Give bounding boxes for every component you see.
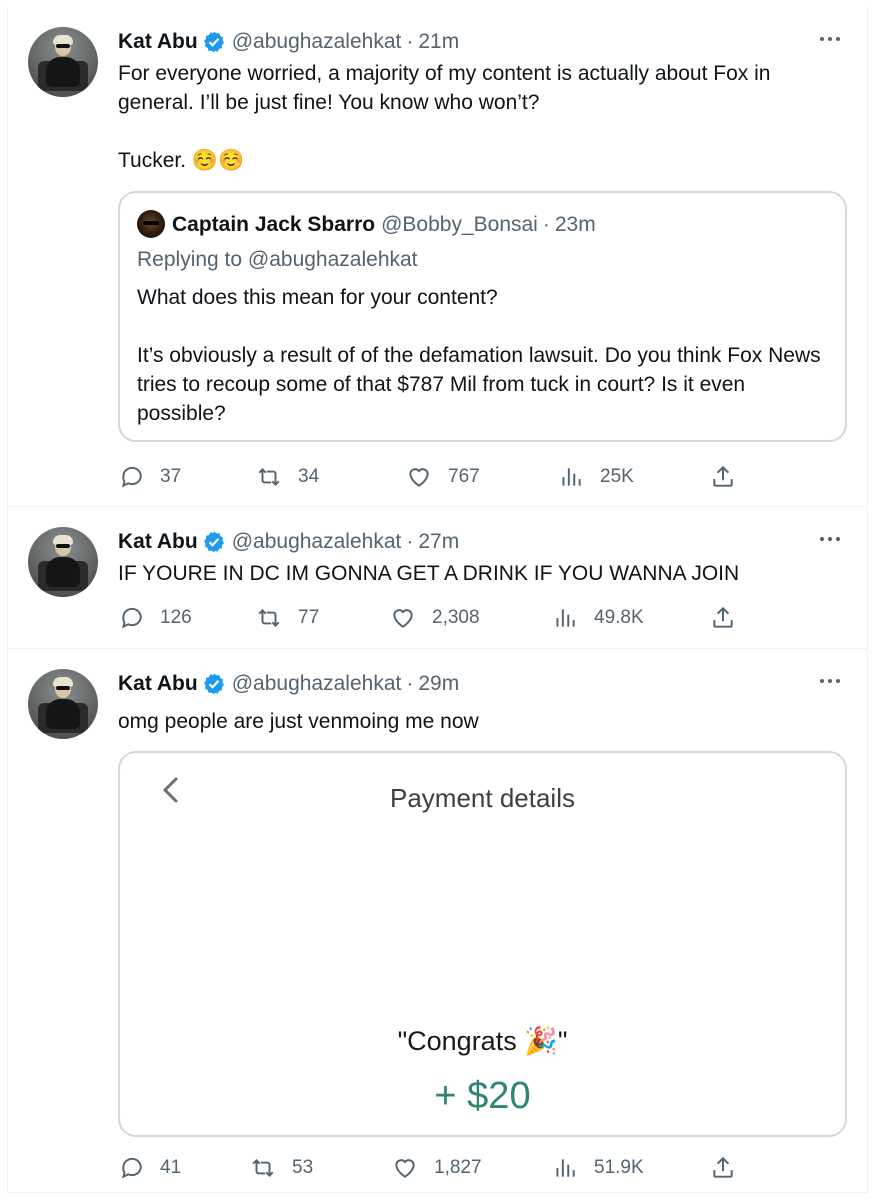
- retweet-icon: [258, 609, 280, 627]
- like-count: 2,308: [432, 607, 480, 628]
- avatar[interactable]: [28, 27, 98, 97]
- quoted-author-name: Captain Jack Sbarro: [172, 213, 376, 236]
- reply-icon: [121, 1157, 142, 1179]
- like-count: 767: [448, 466, 480, 487]
- author-name[interactable]: Kat Abu: [118, 30, 198, 54]
- separator-dot: ·: [406, 530, 414, 553]
- reply-count: 41: [160, 1157, 182, 1178]
- views-icon: [556, 609, 575, 627]
- views-icon: [556, 1159, 575, 1177]
- tweet-text: For everyone worried, a majority of my c…: [118, 62, 771, 172]
- quoted-timestamp: 23m: [554, 213, 596, 236]
- author-name[interactable]: Kat Abu: [118, 530, 198, 554]
- tweet[interactable]: Kat Abu @abughazalehkat · 29m omg people…: [8, 649, 867, 1193]
- quoted-tweet[interactable]: Captain Jack Sbarro @Bobby_Bonsai · 23m …: [118, 191, 847, 442]
- like-icon: [395, 1159, 415, 1178]
- separator-dot: ·: [406, 672, 414, 695]
- separator-dot: ·: [406, 30, 414, 53]
- share-icon: [713, 1156, 733, 1178]
- author-handle[interactable]: @abughazalehkat: [232, 672, 402, 696]
- like-button[interactable]: 1,827: [392, 1153, 482, 1183]
- share-button[interactable]: [710, 603, 752, 633]
- reply-icon: [121, 607, 142, 629]
- author-name[interactable]: Kat Abu: [118, 672, 198, 696]
- retweet-icon: [252, 1159, 274, 1177]
- verified-badge-icon: [203, 31, 224, 53]
- author-handle[interactable]: @abughazalehkat: [232, 30, 402, 54]
- views-count: 49.8K: [594, 607, 644, 628]
- tweet[interactable]: Kat Abu @abughazalehkat · 27m IF YOURE I…: [8, 507, 867, 649]
- tweet-text: omg people are just venmoing me now: [118, 710, 479, 733]
- tweet-header: Kat Abu @abughazalehkat · 29m: [118, 671, 459, 697]
- views-button[interactable]: 49.8K: [552, 603, 644, 633]
- views-button[interactable]: 25K: [558, 462, 634, 492]
- reply-icon: [121, 466, 142, 488]
- tweet-actions: 126 77 2,308 49.8K: [118, 603, 738, 633]
- like-count: 1,827: [434, 1157, 482, 1178]
- share-icon: [713, 465, 733, 487]
- tweet-header: Kat Abu @abughazalehkat · 21m: [118, 29, 459, 55]
- retweet-count: 77: [298, 607, 320, 628]
- payment-message: "Congrats 🎉": [397, 1026, 568, 1056]
- tweet-actions: 41 53 1,827 51.9K: [118, 1153, 738, 1183]
- quoted-text: What does this mean for your content? It…: [137, 286, 821, 425]
- quoted-header: Captain Jack Sbarro @Bobby_Bonsai · 23m: [172, 213, 596, 237]
- retweet-button[interactable]: 34: [256, 462, 319, 492]
- retweet-count: 53: [292, 1157, 314, 1178]
- replying-to: Replying to @abughazalehkat: [137, 248, 418, 271]
- retweet-button[interactable]: 53: [250, 1153, 313, 1183]
- more-options-icon[interactable]: [817, 671, 845, 691]
- like-button[interactable]: 767: [406, 462, 480, 492]
- views-button[interactable]: 51.9K: [552, 1153, 644, 1183]
- timestamp[interactable]: 21m: [418, 30, 459, 54]
- timestamp[interactable]: 29m: [418, 672, 459, 696]
- retweet-icon: [258, 468, 280, 486]
- author-handle[interactable]: @abughazalehkat: [232, 530, 402, 554]
- views-count: 25K: [600, 466, 634, 487]
- payment-screenshot-card[interactable]: Payment details "Congrats 🎉" + $20: [118, 751, 847, 1137]
- avatar[interactable]: [28, 527, 98, 597]
- tweet-text: IF YOURE IN DC IM GONNA GET A DRINK IF Y…: [118, 562, 740, 585]
- tweet[interactable]: Kat Abu @abughazalehkat · 21m For everyo…: [8, 7, 867, 507]
- payment-details-title: Payment details: [390, 783, 575, 813]
- reply-button[interactable]: 41: [118, 1153, 181, 1183]
- more-options-icon[interactable]: [817, 29, 845, 49]
- retweet-count: 34: [298, 466, 320, 487]
- timestamp[interactable]: 27m: [418, 530, 459, 554]
- quoted-author-handle: @Bobby_Bonsai: [381, 213, 538, 236]
- reply-count: 37: [160, 466, 182, 487]
- share-button[interactable]: [710, 462, 752, 492]
- share-button[interactable]: [710, 1153, 752, 1183]
- views-count: 51.9K: [594, 1157, 644, 1178]
- verified-badge-icon: [203, 673, 224, 695]
- views-icon: [562, 468, 581, 486]
- tweet-header: Kat Abu @abughazalehkat · 27m: [118, 529, 459, 555]
- reply-button[interactable]: 126: [118, 603, 192, 633]
- timeline: Kat Abu @abughazalehkat · 21m For everyo…: [7, 7, 868, 1193]
- reply-button[interactable]: 37: [118, 462, 181, 492]
- payment-amount: + $20: [434, 1075, 531, 1117]
- verified-badge-icon: [203, 531, 224, 553]
- share-icon: [713, 606, 733, 628]
- like-button[interactable]: 2,308: [390, 603, 480, 633]
- avatar[interactable]: [28, 669, 98, 739]
- more-options-icon[interactable]: [817, 529, 845, 549]
- tweet-actions: 37 34 767 25K: [118, 462, 738, 492]
- like-icon: [393, 609, 413, 628]
- separator-dot: ·: [542, 213, 550, 236]
- retweet-button[interactable]: 77: [256, 603, 319, 633]
- quoted-avatar: [137, 210, 165, 238]
- reply-count: 126: [160, 607, 192, 628]
- like-icon: [409, 468, 429, 487]
